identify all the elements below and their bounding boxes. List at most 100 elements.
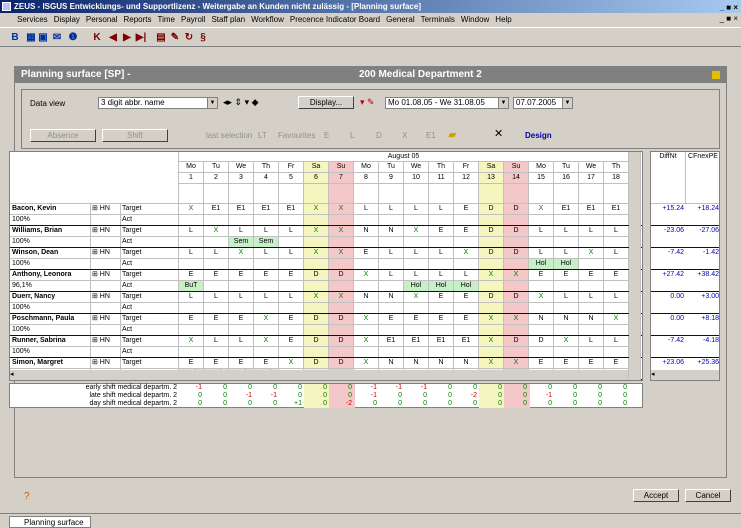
menu-payroll[interactable]: Payroll <box>178 13 208 26</box>
shift-cell[interactable]: L <box>279 226 304 237</box>
shift-cell[interactable]: X <box>504 314 529 325</box>
shift-cell[interactable]: E1 <box>579 204 604 215</box>
shift-cell[interactable]: E <box>454 314 479 325</box>
favourites-label[interactable]: Favourites <box>278 131 315 140</box>
shift-cell[interactable]: X <box>304 380 329 381</box>
shift-cell[interactable]: D <box>504 292 529 303</box>
menu-reports[interactable]: Reports <box>121 13 155 26</box>
shift-cell[interactable]: D <box>529 336 554 347</box>
menu-window[interactable]: Window <box>458 13 492 26</box>
shift-cell[interactable]: L <box>529 248 554 259</box>
toolbar-icon-10[interactable]: ✎ <box>168 31 182 45</box>
shift-l[interactable]: L <box>350 131 354 140</box>
accept-button[interactable]: Accept <box>633 489 679 502</box>
shift-cell[interactable]: L <box>604 336 629 347</box>
shift-cell[interactable]: N <box>354 292 379 303</box>
shift-cell[interactable]: L <box>454 270 479 281</box>
employee-group[interactable]: ⊞ HN <box>91 204 121 215</box>
shift-cell[interactable]: E1 <box>229 204 254 215</box>
absence-button[interactable]: Absence <box>30 129 96 142</box>
shift-cell[interactable]: X <box>354 358 379 369</box>
shift-cell[interactable]: X <box>479 358 504 369</box>
shift-cell[interactable]: D <box>504 226 529 237</box>
toolbar-icon-8[interactable]: ▶| <box>134 31 148 45</box>
employee-group[interactable]: ⊞ HN <box>91 270 121 281</box>
menu-personal[interactable]: Personal <box>83 13 121 26</box>
shift-cell[interactable]: X <box>404 226 429 237</box>
horizontal-scrollbar[interactable]: ◂ <box>10 370 629 380</box>
shift-cell[interactable]: E1 <box>554 204 579 215</box>
shift-cell[interactable]: X <box>479 380 504 381</box>
shift-cell[interactable]: L <box>379 204 404 215</box>
toolbar-icon-7[interactable]: ▶ <box>120 31 134 45</box>
shift-cell[interactable]: D <box>304 336 329 347</box>
shift-cell[interactable]: E <box>529 270 554 281</box>
data-view-select[interactable]: 3 digit abbr. name ▼ <box>98 97 218 109</box>
date-select[interactable]: 07.07.2005 ▼ <box>513 97 573 109</box>
shift-cell[interactable]: E <box>179 270 204 281</box>
eraser-icon[interactable]: ✕ <box>494 127 503 140</box>
shift-cell[interactable]: E <box>379 314 404 325</box>
shift-cell[interactable]: N <box>554 314 579 325</box>
shift-cell[interactable]: X <box>304 226 329 237</box>
employee-group[interactable]: ⊞ HN <box>91 358 121 369</box>
shift-e[interactable]: E <box>324 131 329 140</box>
shift-cell[interactable]: L <box>529 226 554 237</box>
shift-cell[interactable]: E <box>529 358 554 369</box>
employee-name[interactable]: Duerr, Nancy <box>10 292 91 303</box>
shift-cell[interactable]: X <box>454 248 479 259</box>
toolbar-icon-0[interactable]: B <box>8 31 22 45</box>
shift-cell[interactable]: E <box>354 248 379 259</box>
shift-cell[interactable]: D <box>329 336 354 347</box>
shift-cell[interactable]: E <box>179 358 204 369</box>
shift-cell[interactable]: E <box>229 358 254 369</box>
shift-cell[interactable]: L <box>354 380 379 381</box>
vertical-scrollbar[interactable] <box>629 152 641 380</box>
shift-cell[interactable]: E <box>554 358 579 369</box>
shift-cell[interactable]: L <box>254 292 279 303</box>
shift-cell[interactable]: X <box>529 292 554 303</box>
shift-cell[interactable]: E <box>604 270 629 281</box>
shift-cell[interactable]: N <box>529 380 554 381</box>
shift-cell[interactable]: D <box>304 270 329 281</box>
shift-cell[interactable]: X <box>254 336 279 347</box>
shift-cell[interactable]: E <box>179 314 204 325</box>
shift-cell[interactable]: L <box>204 292 229 303</box>
menu-display[interactable]: Display <box>51 13 83 26</box>
shift-cell[interactable]: L <box>404 270 429 281</box>
shift-cell[interactable]: X <box>504 270 529 281</box>
shift-cell[interactable]: L <box>404 204 429 215</box>
window-tab-planning-surface[interactable]: Planning surface <box>9 516 91 528</box>
shift-cell[interactable]: X <box>329 226 354 237</box>
shift-cell[interactable]: L <box>179 226 204 237</box>
shift-cell[interactable]: E <box>454 204 479 215</box>
help-icon[interactable]: ? <box>24 491 30 502</box>
shift-cell[interactable]: X <box>329 292 354 303</box>
shift-cell[interactable]: X <box>329 204 354 215</box>
shift-cell[interactable]: X <box>404 292 429 303</box>
shift-cell[interactable]: X <box>479 314 504 325</box>
shift-cell[interactable]: D <box>479 248 504 259</box>
shift-cell[interactable]: X <box>504 380 529 381</box>
shift-cell[interactable]: N <box>404 358 429 369</box>
shift-cell[interactable]: X <box>479 336 504 347</box>
employee-name[interactable]: Simon, Margret <box>10 358 91 369</box>
shift-cell[interactable]: X <box>304 248 329 259</box>
employee-name[interactable]: Poschmann, Paula <box>10 314 91 325</box>
shift-cell[interactable]: D <box>479 292 504 303</box>
shift-cell[interactable]: N <box>529 314 554 325</box>
menu-help[interactable]: Help <box>492 13 514 26</box>
shift-cell[interactable]: X <box>554 336 579 347</box>
shift-cell[interactable]: N <box>379 292 404 303</box>
shift-cell[interactable]: L <box>204 248 229 259</box>
shift-cell[interactable]: X <box>479 270 504 281</box>
mdi-controls[interactable]: _ ■ × <box>720 14 738 23</box>
shift-cell[interactable]: E <box>604 358 629 369</box>
shift-cell[interactable]: E <box>579 270 604 281</box>
menu-services[interactable]: Services <box>14 13 51 26</box>
shift-cell[interactable]: L <box>404 248 429 259</box>
shift-cell[interactable]: N <box>379 358 404 369</box>
shift-cell[interactable]: E <box>279 270 304 281</box>
shift-cell[interactable]: X <box>229 248 254 259</box>
shift-cell[interactable]: L <box>379 270 404 281</box>
